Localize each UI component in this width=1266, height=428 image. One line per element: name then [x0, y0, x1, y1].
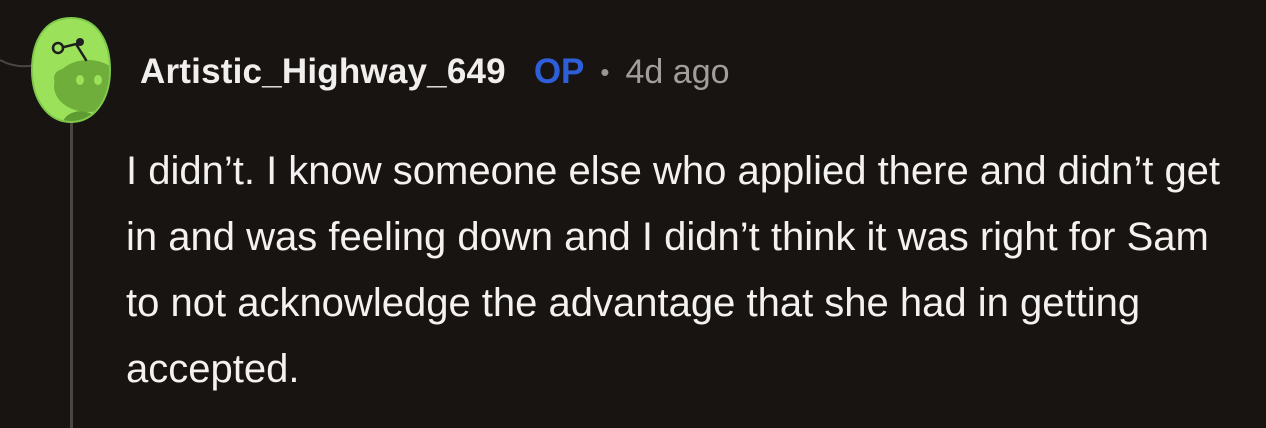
comment-body: I didn’t. I know someone else who applie… — [126, 149, 1221, 391]
separator-dot: • — [600, 56, 610, 87]
comment: Artistic_Highway_649 OP • 4d ago I didn’… — [0, 0, 1266, 428]
reddit-snoo-avatar-icon[interactable] — [30, 16, 112, 124]
username-link[interactable]: Artistic_Highway_649 — [140, 52, 506, 92]
timestamp[interactable]: 4d ago — [626, 53, 730, 92]
op-badge: OP — [533, 52, 585, 91]
thread-collapse-line[interactable] — [70, 120, 73, 428]
comment-meta: Artistic_Highway_649 OP • 4d ago — [140, 50, 730, 94]
